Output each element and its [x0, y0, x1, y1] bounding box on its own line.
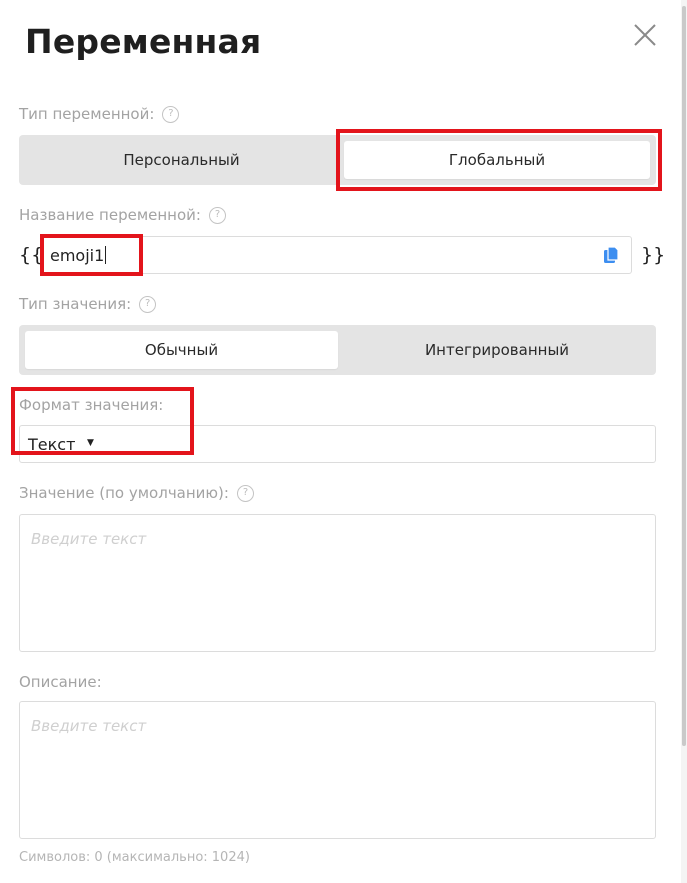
description-label-text: Описание: — [19, 673, 102, 691]
brace-close: }} — [641, 244, 666, 266]
description-placeholder: Введите текст — [31, 717, 147, 735]
variable-type-label: Тип переменной: ? — [19, 105, 180, 123]
default-value-textarea[interactable]: Введите текст — [19, 514, 656, 652]
scrollbar-thumb[interactable] — [682, 6, 686, 746]
variable-dialog: Переменная Тип переменной: ? Персональны… — [0, 0, 687, 883]
variable-type-personal-option[interactable]: Персональный — [25, 141, 338, 179]
value-type-integrated-option[interactable]: Интегрированный — [344, 331, 650, 369]
value-type-label: Тип значения: ? — [19, 295, 157, 313]
dialog-title: Переменная — [25, 22, 262, 61]
help-icon[interactable]: ? — [236, 484, 254, 502]
value-type-label-text: Тип значения: — [19, 295, 132, 313]
variable-type-toggle: Персональный Глобальный — [19, 135, 656, 185]
value-format-label: Формат значения: — [19, 396, 163, 414]
text-caret — [105, 246, 107, 264]
variable-name-label: Название переменной: ? — [19, 206, 226, 224]
help-icon[interactable]: ? — [162, 105, 180, 123]
variable-name-text: emoji1 — [50, 246, 105, 265]
scrollbar[interactable] — [681, 0, 687, 883]
value-format-select[interactable]: Текст ▼ — [19, 425, 656, 463]
description-textarea[interactable]: Введите текст — [19, 701, 656, 839]
variable-name-value: emoji1 — [50, 246, 107, 265]
close-button[interactable] — [630, 20, 660, 50]
help-icon[interactable]: ? — [208, 206, 226, 224]
variable-type-label-text: Тип переменной: — [19, 105, 155, 123]
default-value-label: Значение (по умолчанию): ? — [19, 484, 254, 502]
copy-icon[interactable] — [601, 245, 621, 265]
value-type-toggle: Обычный Интегрированный — [19, 325, 656, 375]
help-icon[interactable]: ? — [139, 295, 157, 313]
variable-type-global-option[interactable]: Глобальный — [344, 141, 650, 179]
description-label: Описание: — [19, 673, 102, 691]
variable-name-label-text: Название переменной: — [19, 206, 201, 224]
value-type-regular-option[interactable]: Обычный — [25, 331, 338, 369]
value-format-label-text: Формат значения: — [19, 396, 164, 414]
default-value-label-text: Значение (по умолчанию): — [19, 484, 229, 502]
character-counter: Символов: 0 (максимально: 1024) — [19, 850, 250, 865]
close-icon — [634, 24, 656, 46]
value-format-selected: Текст — [28, 435, 76, 454]
dropdown-arrow-icon: ▼ — [87, 438, 94, 448]
default-value-placeholder: Введите текст — [31, 530, 147, 548]
variable-name-input[interactable]: emoji1 — [40, 236, 632, 274]
